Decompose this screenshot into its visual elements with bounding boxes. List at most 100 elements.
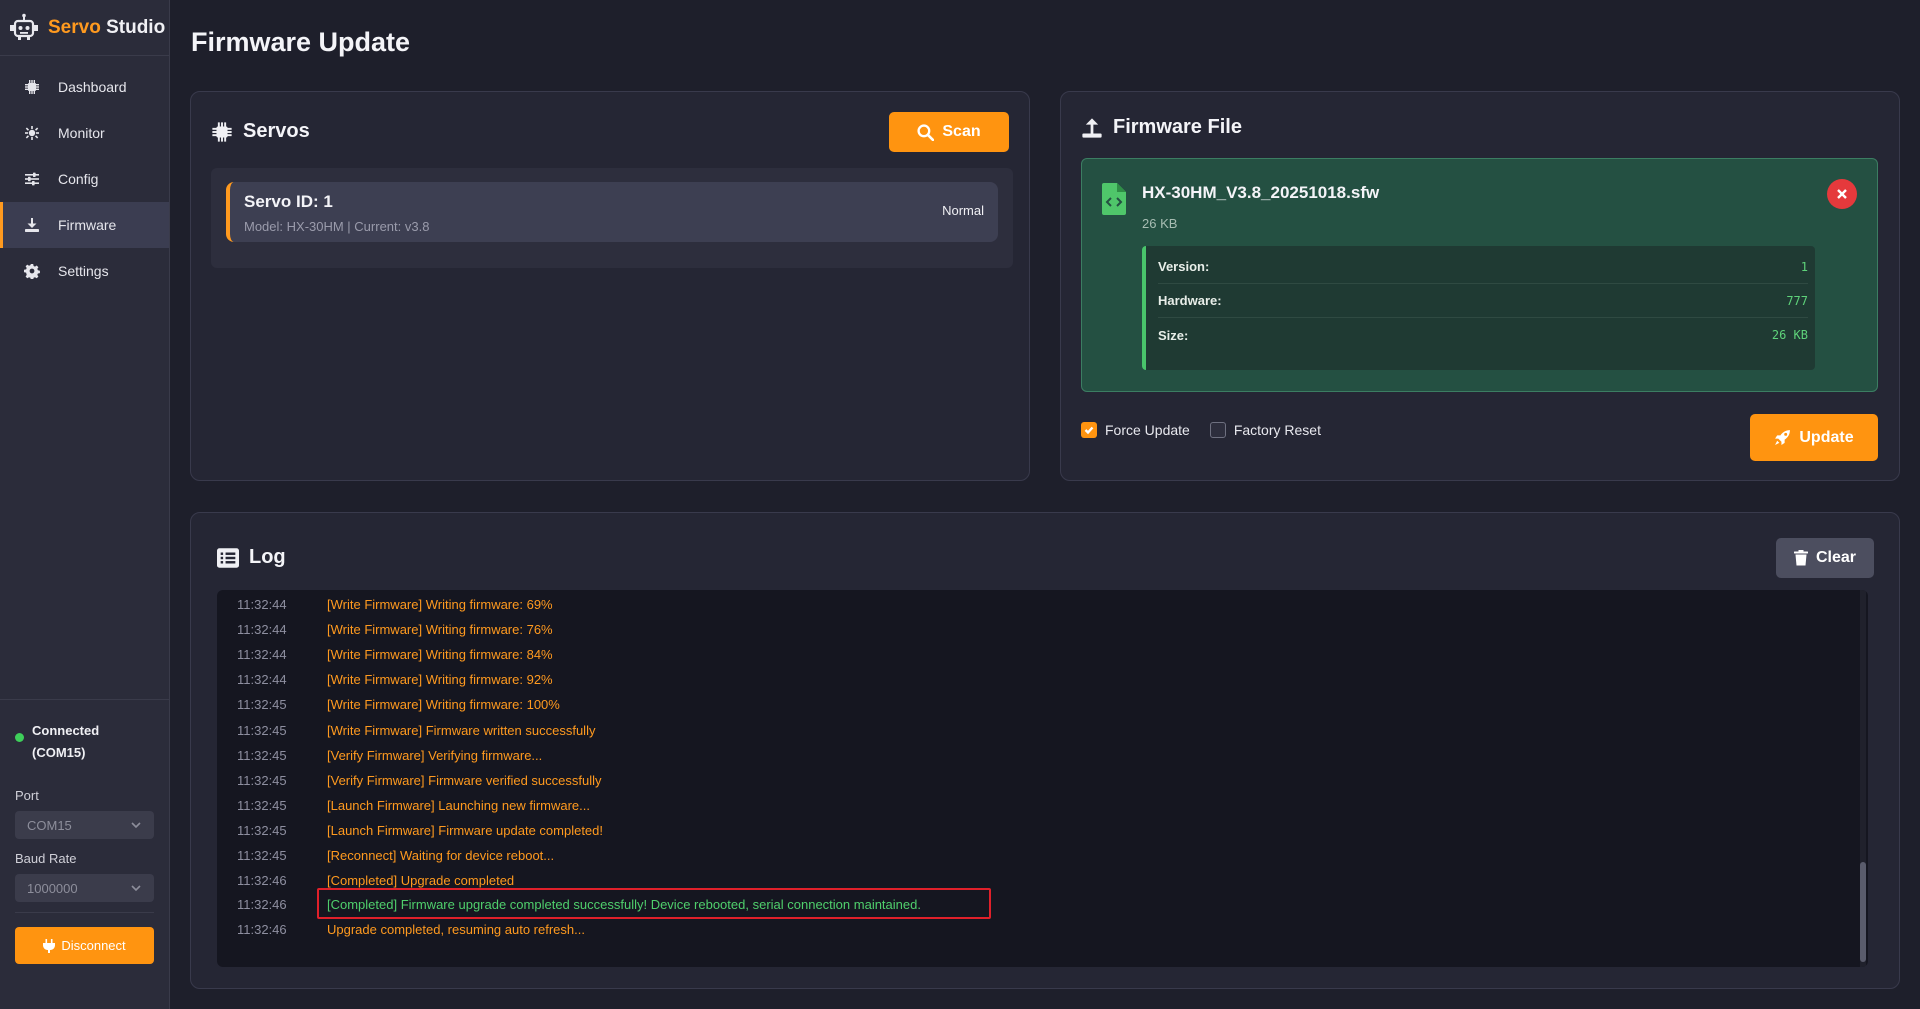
log-message: [Write Firmware] Writing firmware: 76% [327,621,553,637]
app-title-part2: Studio [106,16,166,38]
log-entry: 11:32:45 [Write Firmware] Firmware writte… [237,718,595,742]
firmware-file-size: 26 KB [1142,216,1178,231]
force-update-label: Force Update [1105,422,1190,438]
log-message: [Completed] Firmware upgrade completed s… [327,896,921,912]
log-time: 11:32:45 [237,722,287,738]
log-card: Log Clear 11:32:44 [Write Firmware] Writi… [190,512,1900,989]
sidebar-item-settings[interactable]: Settings [0,248,169,294]
sidebar: Servo Studio Dashboard Monitor Config Fi… [0,0,170,1009]
log-entry: 11:32:45 [Verify Firmware] Verifying firm… [237,743,542,767]
remove-file-button[interactable] [1827,179,1857,209]
servos-card-title: Servos [211,120,310,143]
factory-reset-label: Factory Reset [1233,422,1321,438]
sidebar-item-label: Firmware [58,217,117,233]
force-update-checkbox[interactable]: Force Update [1081,422,1190,438]
disconnect-button[interactable]: Disconnect [15,927,154,964]
log-time: 11:32:45 [237,696,287,712]
connection-panel: Connected (COM15) Port COM15 Baud Rate 1… [0,699,170,1009]
update-button-label: Update [1799,428,1854,446]
clear-log-button[interactable]: Clear [1776,538,1874,578]
log-output[interactable]: 11:32:44 [Write Firmware] Writing firmwar… [217,590,1868,967]
log-time: 11:32:45 [237,772,287,788]
chevron-down-icon [131,885,141,892]
firmware-detail-row: Hardware: 777 [1158,284,1808,318]
firmware-detail-row: Version: 1 [1158,250,1808,284]
firmware-detail-value: 1 [1800,259,1808,274]
log-message: Upgrade completed, resuming auto refresh… [327,921,585,937]
upload-icon [1082,117,1102,138]
log-message: [Completed] Upgrade completed [327,872,515,888]
firmware-file-title-text: Firmware File [1113,116,1242,138]
sidebar-item-config[interactable]: Config [0,156,169,202]
baud-rate-select[interactable]: 1000000 [15,874,154,902]
servos-card: Servos Scan Servo ID: 1 Model: HX-30HM |… [190,91,1030,481]
servo-id: Servo ID: 1 [244,192,333,211]
pulse-icon [25,126,39,140]
baud-rate-select-value: 1000000 [27,880,78,896]
firmware-detail-key: Version: [1158,259,1210,274]
firmware-file-card: Firmware File HX-30HM_V3.8_20251018.sfw … [1060,91,1900,481]
baud-rate-label: Baud Rate [15,851,77,866]
log-entry: 11:32:44 [Write Firmware] Writing firmwar… [237,617,553,641]
checkbox-unchecked-icon [1209,422,1226,438]
log-message: [Launch Firmware] Firmware update comple… [327,822,604,838]
plug-icon [43,938,56,953]
sidebar-item-firmware[interactable]: Firmware [0,202,169,248]
firmware-file-card-title: Firmware File [1081,116,1242,139]
log-message: [Write Firmware] Writing firmware: 69% [327,596,553,612]
log-entry: 11:32:45 [Verify Firmware] Firmware verif… [237,768,602,792]
log-entry: 11:32:45 [Reconnect] Waiting for device r… [237,843,554,867]
checkbox-checked-icon [1081,422,1097,438]
log-entry: 11:32:44 [Write Firmware] Writing firmwar… [237,642,553,666]
log-time: 11:32:44 [237,646,287,662]
rocket-icon [1775,430,1791,445]
log-entry: 11:32:46 [Completed] Firmware upgrade com… [237,892,921,916]
log-time: 11:32:44 [237,621,287,637]
log-time: 11:32:46 [237,896,287,912]
log-message: [Reconnect] Waiting for device reboot... [327,847,555,863]
scan-button-label: Scan [942,123,981,140]
log-message: [Write Firmware] Writing firmware: 92% [327,671,553,687]
connection-status: Connected (COM15) [15,720,155,764]
page-title: Firmware Update [191,27,411,57]
log-scrollbar-thumb[interactable] [1860,862,1866,962]
disconnect-button-label: Disconnect [61,938,126,953]
log-scrollbar[interactable] [1860,590,1866,967]
update-button[interactable]: Update [1750,414,1878,461]
port-select[interactable]: COM15 [15,811,154,839]
servo-list: Servo ID: 1 Model: HX-30HM | Current: v3… [211,168,1013,268]
divider [15,912,154,913]
sidebar-item-label: Config [58,171,99,187]
sidebar-item-dashboard[interactable]: Dashboard [0,64,169,110]
log-entry: 11:32:45 [Write Firmware] Writing firmwar… [237,692,560,716]
log-time: 11:32:45 [237,847,287,863]
log-message: [Verify Firmware] Verifying firmware... [327,747,543,763]
connection-status-text: Connected [32,723,100,738]
firmware-detail-value: 26 KB [1771,328,1808,342]
download-icon [25,218,39,232]
log-message: [Launch Firmware] Launching new firmware… [327,797,591,813]
servo-meta: Model: HX-30HM | Current: v3.8 [244,219,430,234]
search-icon [917,123,935,141]
log-time: 11:32:45 [237,797,287,813]
log-entry: 11:32:44 [Write Firmware] Writing firmwar… [237,592,553,616]
log-card-title: Log [217,546,286,569]
firmware-file-box: HX-30HM_V3.8_20251018.sfw 26 KB Version:… [1081,158,1878,392]
log-time: 11:32:45 [237,747,287,763]
sidebar-item-monitor[interactable]: Monitor [0,110,169,156]
trash-icon [1793,550,1808,566]
gear-icon [24,264,40,279]
log-message: [Write Firmware] Writing firmware: 84% [327,646,553,662]
factory-reset-checkbox[interactable]: Factory Reset [1209,422,1321,438]
firmware-details: Version: 1 Hardware: 777 Size: 26 KB [1142,246,1815,370]
log-entry: 11:32:45 [Launch Firmware] Launching new … [237,793,590,817]
log-time: 11:32:44 [237,671,287,687]
port-label: Port [15,788,39,803]
log-entry: 11:32:45 [Launch Firmware] Firmware updat… [237,818,603,842]
scan-button[interactable]: Scan [889,112,1009,152]
file-code-icon [1102,183,1126,215]
chevron-down-icon [131,822,141,829]
status-dot-icon [15,733,24,742]
servo-list-item[interactable]: Servo ID: 1 Model: HX-30HM | Current: v3… [226,182,998,242]
port-select-value: COM15 [27,817,72,833]
